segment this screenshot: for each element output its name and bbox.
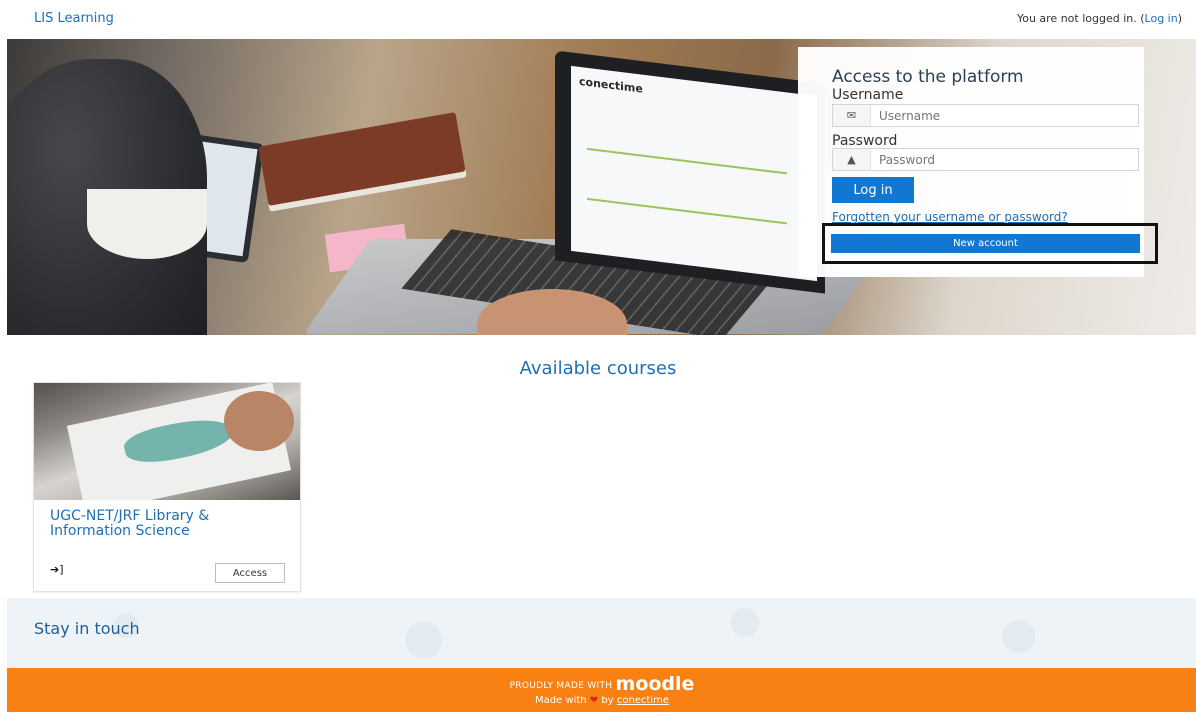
moodle-logo-link[interactable]: moodle xyxy=(616,673,695,695)
envelope-icon: ✉ xyxy=(833,105,871,126)
course-card[interactable]: UGC-NET/JRF Library & Information Scienc… xyxy=(33,382,301,592)
made-with-line: Made with ❤ by conectime xyxy=(7,695,1196,706)
top-bar: LIS Learning You are not logged in. (Log… xyxy=(0,0,1196,38)
notebook-image xyxy=(258,112,466,206)
laptop-brand: conectime xyxy=(579,74,643,96)
made-with-text: Made with xyxy=(534,695,587,706)
laptop-display-image: conectime xyxy=(571,65,817,282)
login-link[interactable]: Log in xyxy=(1145,12,1178,25)
username-input[interactable] xyxy=(871,105,1138,126)
footer: PROUDLY MADE WITH moodle Made with ❤ by … xyxy=(7,668,1196,712)
username-label: Username xyxy=(832,87,904,103)
stay-in-touch-title: Stay in touch xyxy=(34,619,140,638)
display-divider xyxy=(587,147,787,175)
display-divider xyxy=(587,197,787,225)
forgot-password-link[interactable]: Forgotten your username or password? xyxy=(832,210,1068,224)
password-label: Password xyxy=(832,133,898,149)
stay-in-touch-section: Stay in touch xyxy=(7,598,1196,668)
course-name-link[interactable]: UGC-NET/JRF Library & Information Scienc… xyxy=(50,509,290,539)
new-account-button[interactable]: New account xyxy=(831,234,1140,253)
course-image[interactable] xyxy=(34,383,300,500)
site-name-link[interactable]: LIS Learning xyxy=(34,11,114,26)
login-status: You are not logged in. (Log in) xyxy=(1017,12,1182,25)
access-button[interactable]: Access xyxy=(215,563,285,583)
password-field-group: ▲ xyxy=(832,148,1139,171)
username-field-group: ✉ xyxy=(832,104,1139,127)
sign-in-icon: ➔] xyxy=(50,563,64,576)
lock-icon: ▲ xyxy=(833,149,871,170)
password-input[interactable] xyxy=(871,149,1138,170)
login-status-text: You are not logged in. ( xyxy=(1016,12,1145,25)
cup-image xyxy=(87,189,207,259)
proudly-made-with-text: PROUDLY MADE WITH xyxy=(509,681,613,691)
login-title: Access to the platform xyxy=(832,67,1024,87)
proudly-made-with: PROUDLY MADE WITH moodle xyxy=(7,673,1196,695)
courses-title: Available courses xyxy=(519,358,677,379)
conectime-link[interactable]: conectime xyxy=(617,695,669,706)
by-text: by xyxy=(601,695,614,706)
course-image-hand xyxy=(224,391,294,451)
login-button[interactable]: Log in xyxy=(832,177,914,203)
login-status-end: ) xyxy=(1177,12,1182,25)
heart-icon: ❤ xyxy=(589,695,599,706)
